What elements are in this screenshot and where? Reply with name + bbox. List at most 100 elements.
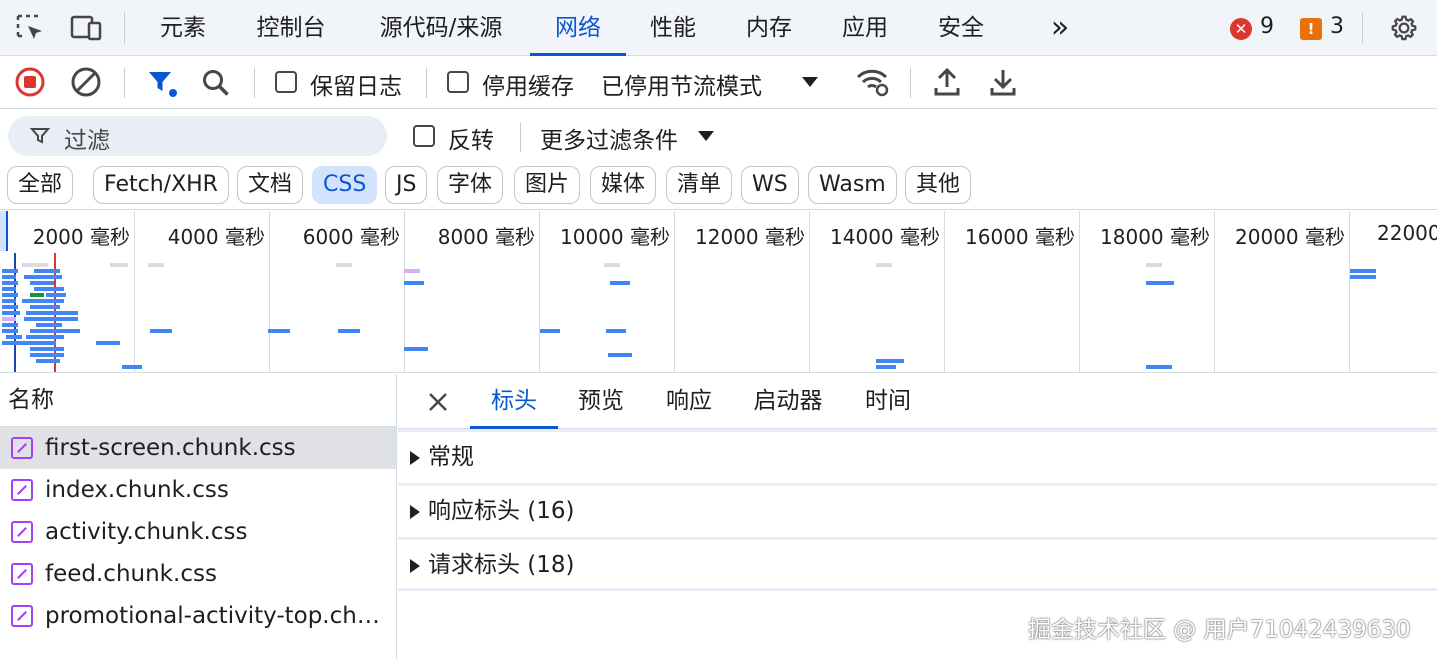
warning-icon[interactable]: ! (1300, 18, 1322, 40)
chip-media[interactable]: 媒体 (590, 166, 657, 204)
invert-label[interactable]: 反转 (448, 121, 494, 155)
disable-cache-label[interactable]: 停用缓存 (482, 67, 574, 101)
chip-css[interactable]: CSS (312, 166, 378, 204)
chip-doc[interactable]: 文档 (237, 166, 304, 204)
record-stop-icon[interactable] (14, 66, 46, 98)
overview-request-bar (2, 341, 16, 345)
overview-request-bar (122, 365, 142, 369)
preserve-log-label[interactable]: 保留日志 (310, 67, 402, 101)
network-conditions-icon[interactable] (855, 66, 891, 98)
overview-request-bar (2, 287, 16, 291)
overview-tick: 6000 毫秒 (302, 225, 400, 249)
chip-manifest[interactable]: 清单 (666, 166, 733, 204)
tab-performance[interactable]: 性能 (640, 0, 706, 56)
overview-tick: 18000 毫秒 (1100, 225, 1210, 249)
tab-response[interactable]: 响应 (654, 374, 724, 429)
overview-request-bar (24, 317, 78, 321)
overview-tick: 4000 毫秒 (167, 225, 265, 249)
chip-img[interactable]: 图片 (514, 166, 581, 204)
overview-request-bar (30, 353, 64, 357)
overview-request-bar (2, 293, 18, 297)
close-icon[interactable] (426, 390, 450, 414)
disable-cache-checkbox[interactable] (447, 71, 469, 93)
expand-triangle-icon (410, 558, 420, 573)
overview-request-bar (34, 287, 64, 291)
section-title: 常规 (428, 444, 474, 470)
tab-application[interactable]: 应用 (832, 0, 898, 56)
search-icon[interactable] (200, 67, 232, 99)
tab-initiator[interactable]: 启动器 (740, 374, 836, 429)
overview-request-bar (24, 275, 62, 279)
overview-request-bar (30, 329, 80, 333)
tab-elements[interactable]: 元素 (150, 0, 216, 56)
request-row[interactable]: activity.chunk.css (0, 511, 396, 553)
request-name: index.chunk.css (45, 477, 229, 503)
resource-type-filters: 全部 Fetch/XHR 文档 CSS JS 字体 图片 媒体 清单 WS Wa… (0, 162, 1437, 210)
network-overview[interactable]: 2000 毫秒 4000 毫秒 6000 毫秒 8000 毫秒 10000 毫秒… (0, 211, 1437, 373)
tab-console[interactable]: 控制台 (244, 0, 338, 56)
filter-input[interactable]: 过滤 (8, 116, 387, 156)
devtools-tab-bar: 元素 控制台 源代码/来源 网络 性能 内存 应用 安全 » ✕ 9 ! 3 (0, 0, 1437, 56)
tab-memory[interactable]: 内存 (736, 0, 802, 56)
download-har-icon[interactable] (988, 66, 1018, 98)
chip-ws[interactable]: WS (741, 166, 799, 204)
upload-har-icon[interactable] (932, 66, 962, 98)
request-row[interactable]: index.chunk.css (0, 469, 396, 511)
chevron-down-icon[interactable] (697, 129, 715, 143)
error-icon[interactable]: ✕ (1230, 18, 1252, 40)
section-general[interactable]: 常规 (398, 429, 1437, 483)
overview-request-bar (876, 359, 904, 363)
overview-tick: 16000 毫秒 (965, 225, 1075, 249)
section-title: 请求标头 (18) (428, 552, 575, 578)
overview-request-bar (1350, 275, 1376, 279)
overview-request-bar (338, 329, 360, 333)
section-request-headers[interactable]: 请求标头 (18) (398, 537, 1437, 591)
tab-headers[interactable]: 标头 (470, 374, 558, 429)
settings-gear-icon[interactable] (1388, 12, 1420, 44)
chevron-down-icon[interactable] (800, 74, 820, 90)
overview-request-bar (2, 269, 18, 273)
device-toolbar-icon[interactable] (68, 12, 104, 44)
overview-tick: 2000 毫秒 (32, 225, 130, 249)
more-tabs-icon[interactable]: » (1040, 0, 1080, 56)
overview-request-bar (2, 305, 18, 309)
expand-triangle-icon (410, 504, 420, 519)
tab-timing[interactable]: 时间 (852, 374, 924, 429)
tab-security[interactable]: 安全 (928, 0, 994, 56)
tab-network[interactable]: 网络 (530, 0, 626, 56)
tab-preview[interactable]: 预览 (566, 374, 636, 429)
chip-fetch-xhr[interactable]: Fetch/XHR (93, 166, 229, 204)
chip-all[interactable]: 全部 (7, 166, 74, 204)
chip-font[interactable]: 字体 (437, 166, 504, 204)
overview-request-bar (606, 329, 626, 333)
overview-request-bar (608, 353, 632, 357)
warning-count[interactable]: 3 (1330, 14, 1344, 39)
more-filters-dropdown[interactable]: 更多过滤条件 (540, 121, 678, 155)
section-response-headers[interactable]: 响应标头 (16) (398, 483, 1437, 537)
request-row[interactable]: feed.chunk.css (0, 553, 396, 595)
tab-sources[interactable]: 源代码/来源 (366, 0, 516, 56)
chip-wasm[interactable]: Wasm (808, 166, 897, 204)
overview-request-bar (34, 263, 48, 267)
error-count[interactable]: 9 (1260, 14, 1274, 39)
details-tab-bar: 标头 预览 响应 启动器 时间 (398, 374, 1437, 429)
chip-other[interactable]: 其他 (905, 166, 972, 204)
overview-tick: 12000 毫秒 (695, 225, 805, 249)
inspect-element-icon[interactable] (14, 12, 46, 44)
invert-checkbox[interactable] (413, 125, 435, 147)
preserve-log-checkbox[interactable] (275, 71, 297, 93)
overview-request-bar (46, 293, 66, 297)
request-row[interactable]: first-screen.chunk.css (0, 427, 396, 469)
overview-request-bar (2, 317, 16, 321)
css-file-icon (11, 605, 33, 627)
clear-icon[interactable] (70, 66, 102, 98)
name-column-header[interactable]: 名称 (0, 374, 396, 427)
overview-request-bar (2, 329, 18, 333)
throttling-select[interactable]: 已停用节流模式 (601, 67, 762, 101)
request-row[interactable]: promotional-activity-top.chunk.css (0, 595, 396, 637)
filter-icon[interactable] (146, 67, 178, 99)
overview-request-bar (1146, 365, 1172, 369)
overview-request-bar (148, 263, 164, 267)
chip-js[interactable]: JS (385, 166, 428, 204)
overview-request-bar (1146, 281, 1174, 285)
